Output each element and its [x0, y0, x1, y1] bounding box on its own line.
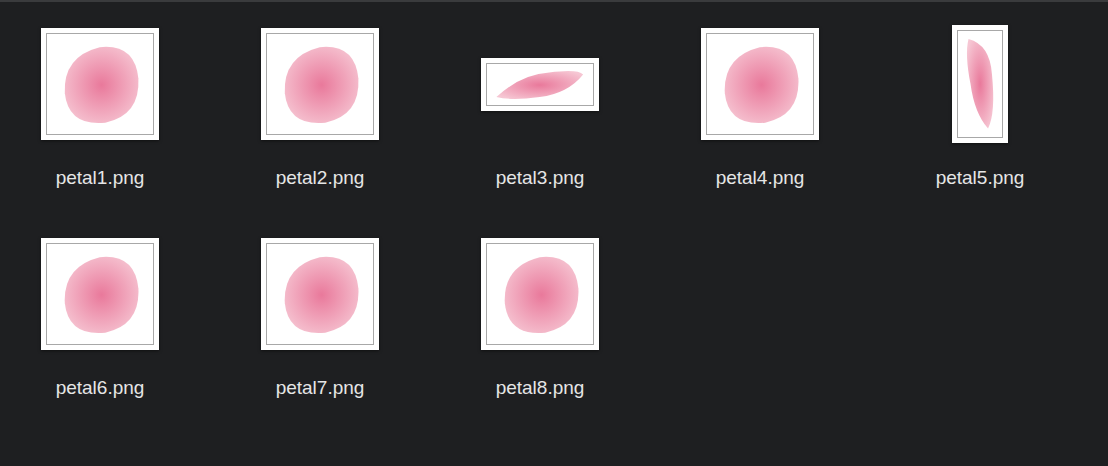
file-name[interactable]: petal7.png: [272, 376, 369, 400]
thumbnail-image: [706, 33, 814, 135]
thumbnail[interactable]: [481, 238, 599, 350]
file-browser: petal1.png petal2.png petal3.png petal4.png…: [0, 0, 1108, 466]
thumbnail[interactable]: [41, 238, 159, 350]
thumbnail-image: [46, 243, 154, 345]
thumbnail-area: [660, 22, 860, 146]
thumbnail-image: [486, 243, 594, 345]
thumbnail-area: [440, 232, 640, 356]
thumbnail-image: [957, 30, 1003, 138]
file-item[interactable]: petal1.png: [0, 22, 200, 190]
file-name[interactable]: petal2.png: [272, 166, 369, 190]
thumbnail-image: [266, 33, 374, 135]
thumbnail-area: [440, 22, 640, 146]
file-item[interactable]: petal5.png: [880, 22, 1080, 190]
file-item[interactable]: petal6.png: [0, 232, 200, 400]
thumbnail[interactable]: [41, 28, 159, 140]
file-name[interactable]: petal3.png: [492, 166, 589, 190]
petal-image-icon: [271, 38, 369, 130]
petal-image-icon: [51, 38, 149, 130]
petal-image-icon: [271, 248, 369, 340]
thumbnail-image: [266, 243, 374, 345]
thumbnail[interactable]: [481, 58, 599, 111]
file-name[interactable]: petal1.png: [52, 166, 149, 190]
icon-grid: petal1.png petal2.png petal3.png petal4.png…: [0, 2, 1108, 400]
thumbnail-area: [0, 22, 200, 146]
petal-image-icon: [491, 65, 589, 103]
thumbnail-area: [880, 22, 1080, 146]
file-item[interactable]: petal4.png: [660, 22, 860, 190]
thumbnail[interactable]: [701, 28, 819, 140]
thumbnail-area: [220, 22, 420, 146]
file-item[interactable]: petal3.png: [440, 22, 640, 190]
petal-image-icon: [491, 248, 589, 340]
thumbnail[interactable]: [952, 25, 1008, 143]
petal-image-icon: [51, 248, 149, 340]
petal-image-icon: [711, 38, 809, 130]
petal-image-icon: [960, 35, 1000, 133]
file-name[interactable]: petal5.png: [932, 166, 1029, 190]
file-item[interactable]: petal2.png: [220, 22, 420, 190]
thumbnail[interactable]: [261, 28, 379, 140]
thumbnail-area: [220, 232, 420, 356]
thumbnail-image: [46, 33, 154, 135]
file-name[interactable]: petal8.png: [492, 376, 589, 400]
file-name[interactable]: petal4.png: [712, 166, 809, 190]
file-name[interactable]: petal6.png: [52, 376, 149, 400]
thumbnail-image: [486, 63, 594, 106]
file-item[interactable]: petal7.png: [220, 232, 420, 400]
file-item[interactable]: petal8.png: [440, 232, 640, 400]
thumbnail[interactable]: [261, 238, 379, 350]
thumbnail-area: [0, 232, 200, 356]
